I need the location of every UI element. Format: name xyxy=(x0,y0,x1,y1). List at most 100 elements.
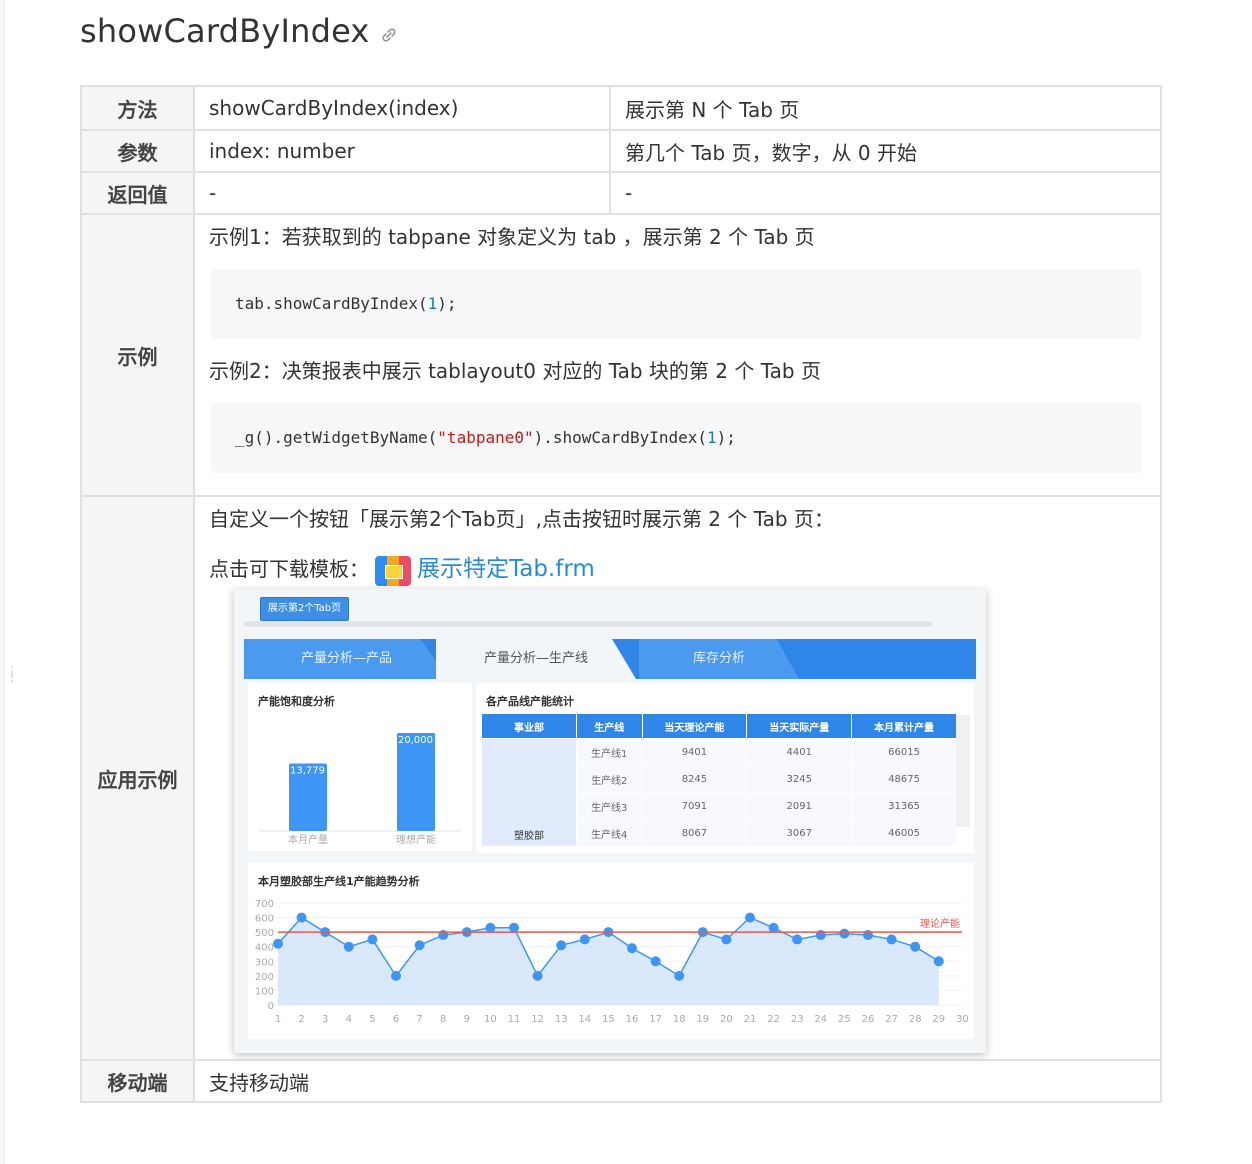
x-tick-label: 24 xyxy=(814,1014,827,1025)
table-row: 返回值 - - xyxy=(80,171,1162,215)
row-value: 支持移动端 xyxy=(193,1059,1162,1103)
code-block-2: _g().getWidgetByName("tabpane0").showCar… xyxy=(211,403,1142,473)
data-point xyxy=(910,941,921,952)
data-point xyxy=(532,970,543,981)
example-row: 示例 示例1：若获取到的 tabpane 对象定义为 tab ，展示第 2 个 … xyxy=(80,213,1162,497)
table-panel-title: 各产品线产能统计 xyxy=(486,695,574,708)
table-cell: 8245 xyxy=(641,765,748,793)
data-point xyxy=(296,912,307,923)
col-header: 当天理论产能 xyxy=(641,713,748,739)
x-tick-label: 11 xyxy=(508,1014,521,1025)
x-tick-label: 27 xyxy=(885,1014,898,1025)
x-tick-label: 26 xyxy=(862,1014,875,1025)
row-value: showCardByIndex(index) xyxy=(193,85,611,131)
bar-category-label: 理想产能 xyxy=(396,833,436,846)
data-point xyxy=(509,922,519,933)
table-cell: 7091 xyxy=(641,792,748,820)
table-cell: 生产线4 xyxy=(576,819,643,847)
x-tick-label: 15 xyxy=(602,1014,615,1025)
table-cell: 66015 xyxy=(851,738,957,766)
y-tick-label: 400 xyxy=(255,943,274,954)
data-point xyxy=(721,934,732,945)
app-desc: 自定义一个按钮「展示第2个Tab页」,点击按钮时展示第 2 个 Tab 页： xyxy=(209,507,834,531)
y-tick-label: 500 xyxy=(255,928,274,939)
data-point xyxy=(414,940,425,951)
row-key: 应用示例 xyxy=(80,495,195,1061)
data-point xyxy=(485,922,496,933)
capacity-table: 事业部 生产线 当天理论产能 当天实际产量 本月累计产量 塑胶部 生产线1 94… xyxy=(481,713,957,847)
y-tick-label: 0 xyxy=(268,1001,274,1012)
code-text: ); xyxy=(437,294,457,313)
data-point xyxy=(650,956,661,967)
table-cell: 9401 xyxy=(641,738,748,766)
code-text: tab.showCardByIndex( xyxy=(235,294,428,313)
table-cell: 4401 xyxy=(746,738,853,766)
y-tick-label: 100 xyxy=(255,986,274,997)
x-tick-label: 10 xyxy=(484,1014,497,1025)
left-edge xyxy=(0,0,5,1164)
data-point xyxy=(343,941,354,952)
data-point xyxy=(886,934,897,945)
y-tick-label: 600 xyxy=(255,914,274,925)
row-value: index: number xyxy=(193,129,611,173)
row-desc: - xyxy=(609,171,1162,215)
x-tick-label: 1 xyxy=(275,1014,281,1025)
table-scrollbar[interactable] xyxy=(956,715,970,827)
show-tab-button[interactable]: 展示第2个Tab页 xyxy=(260,597,349,621)
tab-inventory[interactable]: 库存分析 xyxy=(639,639,799,679)
x-tick-label: 7 xyxy=(416,1014,422,1025)
x-tick-label: 23 xyxy=(791,1014,804,1025)
data-point xyxy=(839,928,850,939)
table-row: 方法 showCardByIndex(index) 展示第 N 个 Tab 页 xyxy=(80,85,1162,131)
line-chart: 01002003004005006007001 2 3 4 5 6 7 8 9 10 11 12 13 1… xyxy=(255,899,969,1025)
tab-bar: 产量分析—产品 产量分析—生产线 库存分析 xyxy=(244,639,976,679)
x-tick-label: 25 xyxy=(838,1014,851,1025)
x-tick-label: 29 xyxy=(932,1014,945,1025)
download-link[interactable]: 展示特定Tab.frm xyxy=(417,556,595,582)
example-cell: 示例1：若获取到的 tabpane 对象定义为 tab ，展示第 2 个 Tab… xyxy=(193,213,1162,497)
tab-line[interactable]: 产量分析—生产线 xyxy=(436,639,636,679)
example-2-text: 示例2：决策报表中展示 tablayout0 对应的 Tab 块的第 2 个 T… xyxy=(209,359,821,383)
x-tick-label: 19 xyxy=(696,1014,709,1025)
x-tick-label: 20 xyxy=(720,1014,733,1025)
data-point xyxy=(768,922,779,933)
table-cell: 46005 xyxy=(851,819,957,847)
code-number: 1 xyxy=(427,294,438,313)
table-cell: 8067 xyxy=(641,819,748,847)
bar-panel: 产能饱和度分析 13,779 本月产量 20,000 理想产能 xyxy=(248,683,472,851)
example-screenshot: 展示第2个Tab页 产量分析—产品 产量分析—生产线 库存分析 产能饱和度分析 … xyxy=(234,589,986,1053)
data-point xyxy=(579,934,590,945)
x-tick-label: 16 xyxy=(626,1014,639,1025)
data-point xyxy=(933,956,944,967)
x-tick-label: 5 xyxy=(369,1014,375,1025)
line-panel: 本月塑胶部生产线1产能趋势分析 0 100 200 300 400 500 600 700 1 2… xyxy=(248,863,974,1039)
code-number: 1 xyxy=(707,428,717,447)
row-key: 移动端 xyxy=(80,1059,195,1103)
x-tick-label: 13 xyxy=(555,1014,568,1025)
page-title: showCardByIndex xyxy=(80,12,398,52)
reference-label: 理论产能 xyxy=(920,917,960,930)
template-file-icon xyxy=(375,555,411,586)
resize-handle-icon[interactable]: ⋮ ⋮ xyxy=(6,665,18,683)
bar-value-label: 20,000 xyxy=(398,735,433,746)
download-label: 点击可下载模板： xyxy=(209,557,369,581)
x-tick-label: 30 xyxy=(956,1014,969,1025)
y-tick-label: 300 xyxy=(255,957,274,968)
data-point xyxy=(367,934,378,945)
tab-product[interactable]: 产量分析—产品 xyxy=(244,639,449,679)
x-tick-label: 18 xyxy=(673,1014,686,1025)
row-key: 参数 xyxy=(80,129,195,173)
table-header-row: 事业部 生产线 当天理论产能 当天实际产量 本月累计产量 xyxy=(481,713,957,739)
data-point xyxy=(391,970,401,981)
x-tick-label: 17 xyxy=(649,1014,662,1025)
scrollbar-track[interactable] xyxy=(244,621,932,627)
code-text: _g().getWidgetByName( xyxy=(235,428,438,447)
x-tick-label: 3 xyxy=(322,1014,328,1025)
code-text: ).showCardByIndex( xyxy=(533,428,708,447)
data-point xyxy=(674,970,685,981)
table-row: 塑胶部 生产线1 9401 4401 66015 xyxy=(481,738,957,847)
table-cell: 生产线1 xyxy=(576,738,643,766)
bar-chart: 13,779 本月产量 20,000 理想产能 xyxy=(258,733,462,846)
anchor-link-icon[interactable] xyxy=(380,14,398,52)
row-key: 返回值 xyxy=(80,171,195,215)
